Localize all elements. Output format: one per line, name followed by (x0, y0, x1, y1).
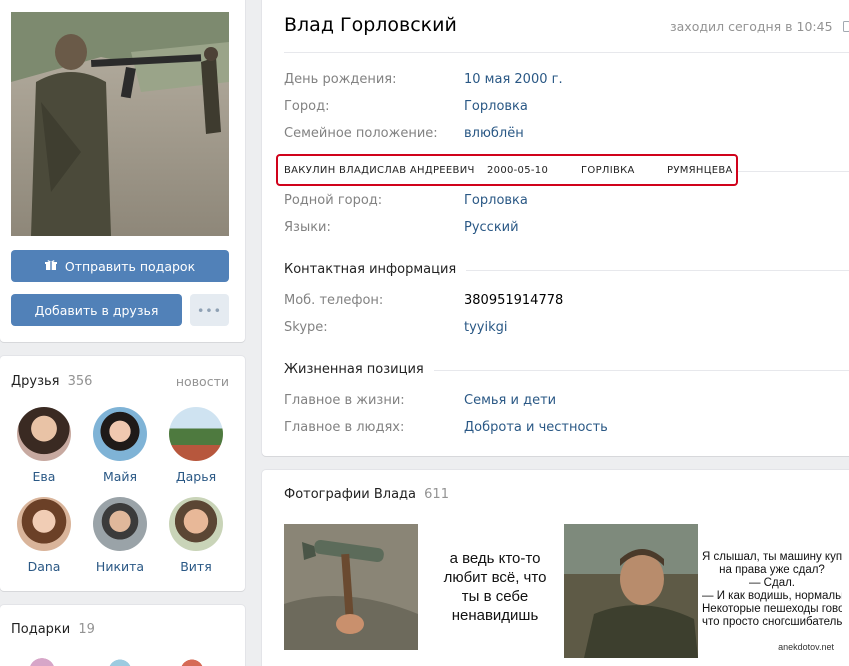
gifts-count: 19 (78, 622, 95, 637)
info-row-hometown: Родной город: Горловка (284, 193, 844, 211)
photo-thumb-hammer[interactable] (284, 524, 418, 650)
last-seen-text: заходил сегодня в 10:45 (670, 19, 833, 34)
friend-item[interactable]: Дарья (165, 407, 227, 484)
main-people-label: Главное в людях: (284, 420, 405, 435)
friend-item[interactable]: Никита (89, 497, 151, 574)
photos-card: Фотографии Влада 611 а ведь кто-то любит… (262, 470, 849, 666)
friend-item[interactable]: Dana (13, 497, 75, 574)
joke-site-label: anekdotov.net (778, 642, 834, 652)
skype-value[interactable]: tyyikgi (464, 320, 508, 335)
birthday-label: День рождения: (284, 72, 397, 87)
quote-text: а ведь кто-то любит всё, что ты в себе н… (443, 550, 547, 624)
gift-item[interactable] (100, 651, 140, 666)
joke-line: — И как водишь, нормально? (702, 590, 842, 602)
friend-item[interactable]: Ева (13, 407, 75, 484)
joke-line: на права уже сдал? (719, 564, 825, 576)
friend-name: Dana (27, 559, 61, 574)
info-row-main-life: Главное в жизни: Семья и дети (284, 393, 844, 411)
page-title: Влад Горловский (284, 14, 457, 36)
info-row-city: Город: Горловка (284, 99, 844, 117)
highlight-city: ГОРЛІВКА (581, 165, 635, 176)
joke-line: что просто сногсшибательно (702, 616, 842, 628)
send-gift-button[interactable]: Отправить подарок (11, 250, 229, 282)
friend-avatar (17, 497, 71, 551)
relationship-value[interactable]: влюблён (464, 126, 524, 141)
friend-name: Дарья (175, 469, 217, 484)
profile-info-card: Влад Горловский заходил сегодня в 10:45 … (262, 0, 849, 456)
friends-count: 356 (67, 374, 93, 389)
highlight-date: 2000-05-10 (487, 165, 549, 176)
friend-avatar (93, 497, 147, 551)
photo-thumb-joke[interactable]: Я слышал, ты машину купил на права уже с… (702, 524, 842, 658)
phone-value: 380951914778 (464, 293, 564, 308)
friend-avatar (169, 407, 223, 461)
gift-item[interactable] (22, 651, 62, 666)
gift-item[interactable] (172, 651, 212, 666)
skype-label: Skype: (284, 320, 328, 335)
highlight-street: РУМЯНЦЕВА (667, 165, 733, 176)
friends-news-link[interactable]: новости (176, 374, 229, 389)
header-divider (284, 52, 849, 53)
main-life-value[interactable]: Семья и дети (464, 393, 556, 408)
friend-item[interactable]: Майя (89, 407, 151, 484)
friend-avatar (169, 497, 223, 551)
photo-thumb-selfie[interactable] (564, 524, 698, 658)
friends-title[interactable]: Друзья (11, 374, 60, 389)
profile-photo[interactable] (11, 12, 229, 236)
last-seen: заходил сегодня в 10:45 (670, 19, 849, 34)
more-dots-icon: ••• (196, 302, 223, 318)
gifts-card: Подарки 19 (0, 605, 245, 666)
add-friend-label: Добавить в друзья (34, 302, 159, 318)
languages-label: Языки: (284, 220, 331, 235)
photos-title[interactable]: Фотографии Влада (284, 487, 416, 502)
joke-line: Я слышал, ты машину купил (702, 551, 842, 563)
city-value[interactable]: Горловка (464, 99, 528, 114)
send-gift-label: Отправить подарок (64, 258, 196, 274)
info-row-relationship: Семейное положение: влюблён (284, 126, 844, 144)
hometown-value[interactable]: Горловка (464, 193, 528, 208)
add-friend-button[interactable]: Добавить в друзья (11, 294, 182, 326)
gift-icon (44, 259, 57, 274)
city-label: Город: (284, 99, 330, 114)
info-row-languages: Языки: Русский (284, 220, 844, 238)
relationship-label: Семейное положение: (284, 126, 438, 141)
friends-card: Друзья 356 новости Ева Майя Дарья Dana Н… (0, 356, 245, 591)
more-actions-button[interactable]: ••• (190, 294, 229, 326)
avatar-card: Отправить подарок Добавить в друзья ••• (0, 0, 245, 342)
friend-name: Никита (95, 559, 145, 574)
languages-value[interactable]: Русский (464, 220, 519, 235)
info-row-main-people: Главное в людях: Доброта и честность (284, 420, 844, 438)
main-people-value[interactable]: Доброта и честность (464, 420, 608, 435)
birthday-value[interactable]: 10 мая 2000 г. (464, 72, 563, 87)
phone-label: Моб. телефон: (284, 293, 384, 308)
friend-item[interactable]: Витя (165, 497, 227, 574)
gifts-title[interactable]: Подарки (11, 622, 70, 637)
mobile-icon (842, 21, 849, 32)
hometown-label: Родной город: (284, 193, 383, 208)
photo-thumb-quote[interactable]: а ведь кто-то любит всё, что ты в себе н… (428, 524, 562, 650)
main-life-label: Главное в жизни: (284, 393, 405, 408)
friend-name: Витя (180, 559, 212, 574)
joke-line: Некоторые пешеходы говорят, (702, 603, 842, 615)
highlight-full-name: ВАКУЛИН ВЛАДИСЛАВ АНДРЕЕВИЧ (284, 165, 475, 176)
joke-line: — Сдал. (748, 577, 795, 589)
position-title: Жизненная позиция (284, 362, 434, 377)
info-row-phone: Моб. телефон: 380951914778 (284, 293, 844, 311)
friend-name: Майя (102, 469, 138, 484)
friend-avatar (17, 407, 71, 461)
photos-count: 611 (424, 487, 449, 502)
info-row-birthday: День рождения: 10 мая 2000 г. (284, 72, 844, 90)
friend-avatar (93, 407, 147, 461)
info-row-skype: Skype: tyyikgi (284, 320, 844, 338)
highlight-box: ВАКУЛИН ВЛАДИСЛАВ АНДРЕЕВИЧ 2000-05-10 Г… (276, 154, 738, 186)
friend-name: Ева (32, 469, 56, 484)
contacts-title: Контактная информация (284, 262, 467, 277)
